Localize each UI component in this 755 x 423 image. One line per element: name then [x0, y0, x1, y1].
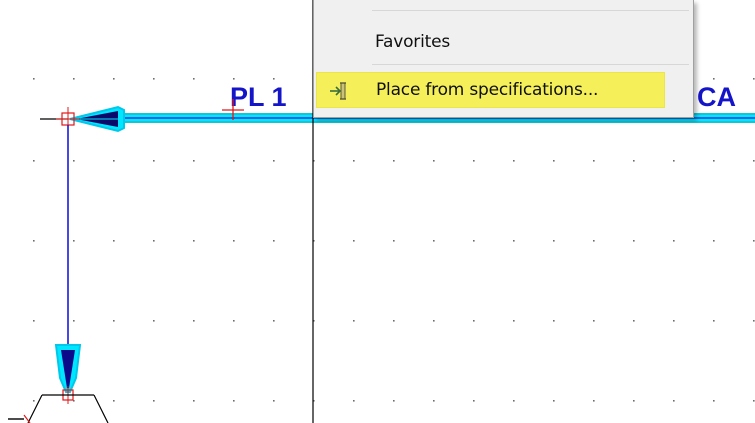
grid-dot	[353, 240, 355, 242]
drawing-canvas[interactable]: PL 1 CA Favorites Place from specificati…	[0, 0, 755, 423]
grid-dot	[393, 240, 395, 242]
grid-dot	[113, 240, 115, 242]
grid-dot	[113, 78, 115, 80]
grid-dot	[73, 78, 75, 80]
grid-dot	[513, 240, 515, 242]
grid-dot	[33, 240, 35, 242]
grid-dot	[193, 400, 195, 402]
grid-dot	[153, 160, 155, 162]
menu-item-favorites-label: Favorites	[375, 32, 450, 52]
grid-dot	[553, 160, 555, 162]
menu-item-place-label: Place from specifications...	[376, 80, 599, 100]
grid-dot	[233, 240, 235, 242]
grid-dot	[153, 320, 155, 322]
grid-dot	[273, 240, 275, 242]
menu-separator	[372, 10, 689, 11]
grid-dot	[193, 320, 195, 322]
grid-dot	[473, 400, 475, 402]
grid-dot	[713, 78, 715, 80]
pipe-tag-text-left[interactable]: PL 1	[230, 82, 287, 112]
grid-dot	[273, 320, 275, 322]
pipe-tag-text-right[interactable]: CA	[697, 82, 736, 112]
grid-dot	[553, 320, 555, 322]
menu-separator	[372, 64, 689, 65]
equipment-edge-left	[27, 394, 43, 423]
grid-dot	[233, 400, 235, 402]
grid-dot	[553, 240, 555, 242]
place-from-spec-icon	[330, 82, 346, 100]
grid-dot	[673, 160, 675, 162]
grid-dot	[73, 320, 75, 322]
grid-dot	[33, 320, 35, 322]
grid-dot	[753, 320, 755, 322]
grid-dot	[633, 400, 635, 402]
grid-dot	[433, 160, 435, 162]
grid-dot	[433, 240, 435, 242]
grid-dot	[513, 400, 515, 402]
grid-dot	[153, 240, 155, 242]
grid-dot	[113, 160, 115, 162]
grid-dot	[33, 78, 35, 80]
grid-dot	[113, 320, 115, 322]
grid-dot	[713, 160, 715, 162]
grid-dot	[593, 240, 595, 242]
grid-dot	[233, 78, 235, 80]
equipment-outline[interactable]	[8, 394, 109, 423]
grid-dot	[73, 160, 75, 162]
grid-dot	[193, 78, 195, 80]
grid-dot	[193, 240, 195, 242]
grid-dot	[513, 320, 515, 322]
grid-dot	[633, 240, 635, 242]
menu-item-favorites[interactable]: Favorites	[316, 24, 665, 60]
grid-dot	[393, 320, 395, 322]
grid-dot	[473, 320, 475, 322]
grid-dot	[593, 400, 595, 402]
grid-dot	[273, 400, 275, 402]
equipment-red-mark	[23, 414, 31, 423]
grid-dot	[753, 240, 755, 242]
grid-dot	[473, 160, 475, 162]
grid-dot	[233, 160, 235, 162]
grid-dot	[673, 320, 675, 322]
grid-dot	[393, 400, 395, 402]
grid-dot	[113, 400, 115, 402]
grid-dot	[753, 400, 755, 402]
grid-dot	[673, 400, 675, 402]
context-menu[interactable]: Favorites Place from specifications...	[313, 0, 694, 118]
grid-dot	[473, 240, 475, 242]
grid-dot	[353, 320, 355, 322]
grid-dot	[513, 160, 515, 162]
grid-dot	[753, 78, 755, 80]
grid-dot	[353, 400, 355, 402]
equipment-edge-right	[93, 394, 109, 423]
grid-dot	[193, 160, 195, 162]
grid-dot	[353, 160, 355, 162]
grid-dot	[153, 78, 155, 80]
grid-dots	[33, 78, 755, 402]
grid-dot	[233, 320, 235, 322]
grid-dot	[433, 400, 435, 402]
grid-dot	[593, 160, 595, 162]
grid-dot	[673, 240, 675, 242]
grid-dot	[433, 320, 435, 322]
grid-dot	[713, 400, 715, 402]
grid-dot	[393, 160, 395, 162]
grid-dot	[33, 400, 35, 402]
grid-dot	[753, 160, 755, 162]
grid-dot	[633, 320, 635, 322]
grid-dot	[273, 160, 275, 162]
grid-dot	[153, 400, 155, 402]
grid-dot	[33, 160, 35, 162]
grid-dot	[633, 160, 635, 162]
grid-dot	[593, 320, 595, 322]
grid-dot	[713, 240, 715, 242]
grid-dot	[713, 320, 715, 322]
grid-dot	[273, 78, 275, 80]
menu-item-place-from-specifications[interactable]: Place from specifications...	[316, 72, 665, 108]
grid-dot	[553, 400, 555, 402]
grid-dot	[73, 240, 75, 242]
